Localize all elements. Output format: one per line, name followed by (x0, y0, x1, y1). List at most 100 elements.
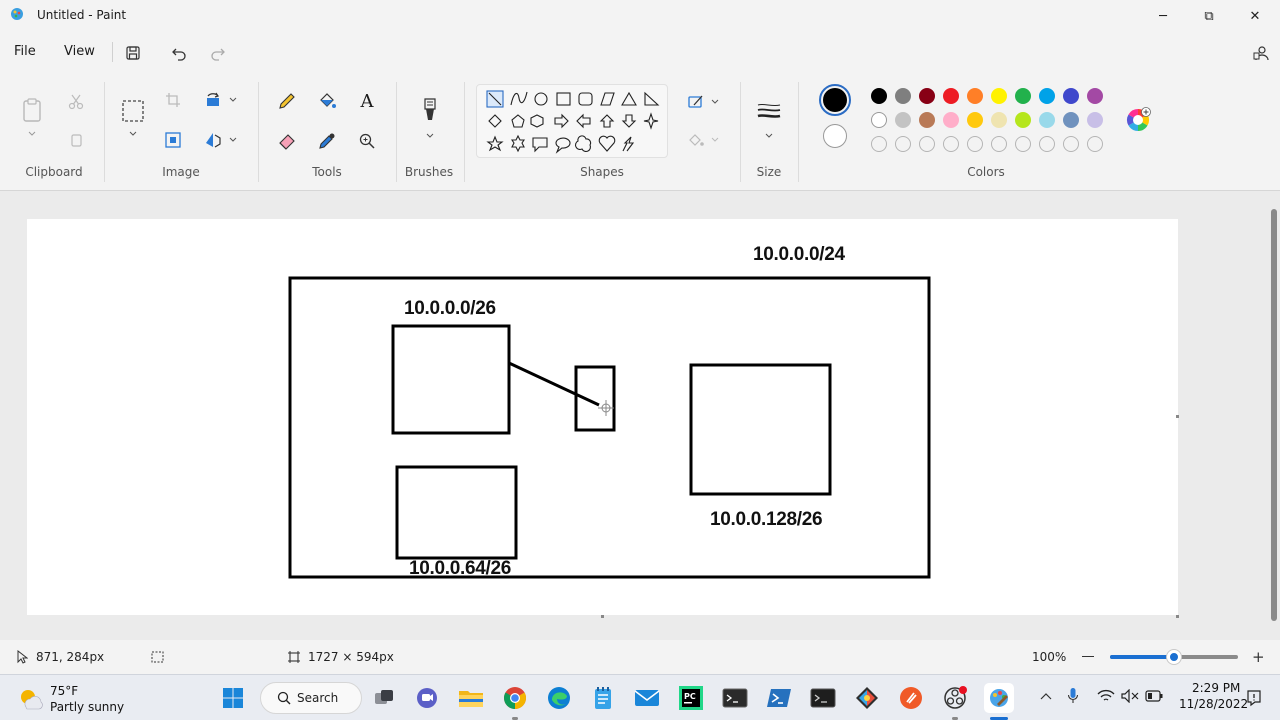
taskbar-pycharm[interactable]: PC (676, 683, 706, 713)
magnifier-button[interactable] (356, 130, 378, 152)
eraser-button[interactable] (276, 130, 298, 152)
color-picker-button[interactable] (316, 130, 338, 152)
redo-button[interactable] (207, 42, 229, 64)
taskbar-obs[interactable] (940, 683, 970, 713)
palette-color[interactable] (1039, 112, 1055, 128)
custom-color-slot[interactable] (1015, 136, 1031, 152)
brushes-button[interactable] (418, 94, 442, 124)
palette-color[interactable] (1063, 88, 1079, 104)
palette-color[interactable] (895, 88, 911, 104)
palette-color[interactable] (919, 112, 935, 128)
palette-color[interactable] (895, 112, 911, 128)
paste-button[interactable] (20, 96, 44, 124)
copy-button[interactable] (66, 130, 86, 150)
custom-color-slot[interactable] (943, 136, 959, 152)
outline-button[interactable] (686, 92, 706, 112)
shape-fill-dropdown[interactable] (709, 134, 721, 146)
cut-button[interactable] (66, 92, 86, 112)
palette-color[interactable] (1087, 112, 1103, 128)
flip-button[interactable] (203, 130, 223, 150)
taskbar-edge[interactable] (544, 683, 574, 713)
zoom-slider-track[interactable] (1110, 650, 1238, 664)
minimize-button[interactable]: ─ (1140, 0, 1186, 32)
show-hidden-icons-chevron-icon[interactable] (1040, 691, 1052, 701)
crop-button[interactable] (163, 90, 183, 110)
zoom-out-button[interactable] (1082, 656, 1094, 657)
taskbar-chrome[interactable] (500, 683, 530, 713)
edit-colors-button[interactable] (1124, 106, 1152, 134)
taskbar-terminal[interactable] (720, 683, 750, 713)
canvas-resize-handle-right[interactable] (1176, 415, 1179, 418)
primary-color-button[interactable] (819, 84, 851, 116)
start-button[interactable] (218, 683, 248, 713)
wifi-icon[interactable] (1097, 689, 1115, 703)
account-button[interactable] (1250, 42, 1272, 64)
palette-color[interactable] (991, 112, 1007, 128)
custom-color-slot[interactable] (895, 136, 911, 152)
size-dropdown[interactable] (762, 130, 776, 142)
close-button[interactable]: ✕ (1232, 0, 1278, 32)
palette-color[interactable] (919, 88, 935, 104)
palette-color[interactable] (943, 88, 959, 104)
custom-color-slot[interactable] (919, 136, 935, 152)
shape-fill-button[interactable] (686, 130, 706, 150)
pencil-button[interactable] (276, 90, 298, 112)
fill-button[interactable] (316, 90, 338, 112)
vertical-scrollbar[interactable] (1271, 209, 1277, 621)
palette-color[interactable] (871, 88, 887, 104)
flip-dropdown[interactable] (227, 134, 239, 146)
palette-color[interactable] (967, 112, 983, 128)
canvas-resize-handle-bottom[interactable] (601, 615, 604, 618)
text-button[interactable]: A (356, 90, 378, 112)
weather-widget[interactable]: 75°F Partly sunny (16, 683, 146, 715)
palette-color[interactable] (967, 88, 983, 104)
palette-color[interactable] (1015, 88, 1031, 104)
clock-time[interactable]: 2:29 PM (1192, 681, 1240, 695)
palette-color[interactable] (943, 112, 959, 128)
custom-color-slot[interactable] (1063, 136, 1079, 152)
custom-color-slot[interactable] (1039, 136, 1055, 152)
taskbar-command-prompt[interactable] (808, 683, 838, 713)
taskbar-task-view[interactable] (369, 683, 399, 713)
custom-color-slot[interactable] (967, 136, 983, 152)
palette-color[interactable] (991, 88, 1007, 104)
volume-muted-icon[interactable] (1121, 689, 1139, 703)
palette-color[interactable] (1063, 112, 1079, 128)
size-button[interactable] (754, 100, 784, 122)
palette-color[interactable] (1015, 112, 1031, 128)
outline-dropdown[interactable] (709, 96, 721, 108)
drawing-canvas[interactable]: 10.0.0.0/24 10.0.0.0/26 10.0.0.64/26 10.… (27, 219, 1179, 618)
palette-color[interactable] (1087, 88, 1103, 104)
menu-view[interactable]: View (64, 44, 95, 59)
notifications-icon[interactable] (1246, 689, 1262, 707)
select-button[interactable] (120, 98, 146, 124)
battery-icon[interactable] (1145, 690, 1163, 702)
brushes-dropdown[interactable] (423, 130, 437, 142)
custom-color-slot[interactable] (991, 136, 1007, 152)
resize-button[interactable] (163, 130, 183, 150)
clock-date[interactable]: 11/28/2022 (1179, 697, 1248, 711)
taskbar-file-explorer[interactable] (456, 683, 486, 713)
taskbar-mail[interactable] (632, 683, 662, 713)
undo-button[interactable] (168, 42, 190, 64)
secondary-color-button[interactable] (823, 124, 847, 148)
zoom-slider-thumb[interactable] (1167, 650, 1181, 664)
taskbar-teams-chat[interactable] (412, 683, 442, 713)
menu-file[interactable]: File (14, 44, 36, 59)
microphone-icon[interactable] (1067, 687, 1079, 705)
taskbar-brave[interactable] (896, 683, 926, 713)
select-dropdown[interactable] (126, 128, 140, 140)
save-button[interactable] (122, 42, 144, 64)
taskbar-search[interactable]: Search (260, 682, 362, 714)
palette-color[interactable] (871, 112, 887, 128)
maximize-button[interactable]: ⧉ (1186, 0, 1232, 32)
zoom-in-button[interactable]: + (1252, 650, 1265, 665)
custom-color-slot[interactable] (871, 136, 887, 152)
custom-color-slot[interactable] (1087, 136, 1103, 152)
taskbar-powershell[interactable] (764, 683, 794, 713)
rotate-button[interactable] (203, 90, 223, 110)
paste-dropdown[interactable] (24, 128, 40, 140)
rotate-dropdown[interactable] (227, 94, 239, 106)
taskbar-notepad[interactable] (588, 683, 618, 713)
canvas-resize-handle-corner[interactable] (1176, 615, 1179, 618)
